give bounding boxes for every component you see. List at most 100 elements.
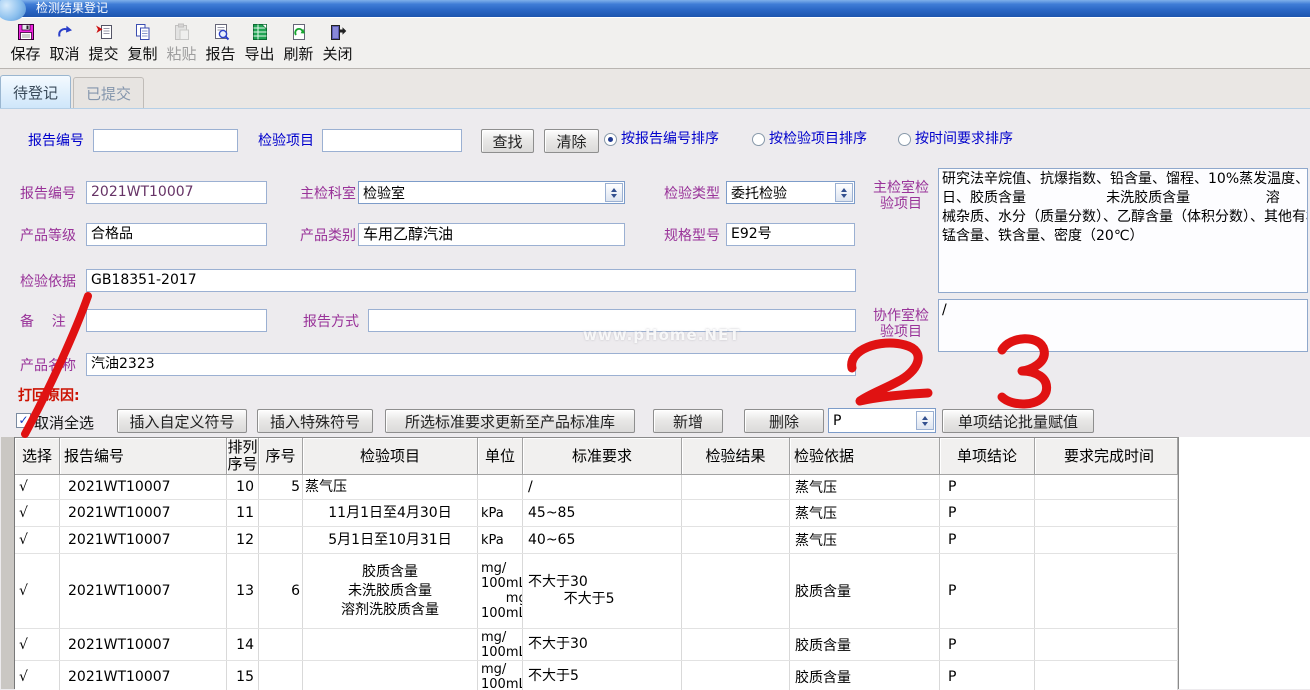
col-header-standard[interactable]: 标准要求: [523, 438, 682, 475]
tab-pending[interactable]: 待登记: [0, 75, 71, 108]
row-check-cell[interactable]: √: [15, 500, 60, 526]
submit-button[interactable]: 提交: [84, 19, 123, 67]
test-basis-field[interactable]: GB18351-2017: [86, 269, 856, 292]
col-header-deadline[interactable]: 要求完成时间: [1035, 438, 1178, 475]
radio-icon: [752, 133, 765, 146]
sort-by-report-no-radio[interactable]: 按报告编号排序: [604, 131, 719, 147]
row-check-cell[interactable]: √: [15, 629, 60, 660]
search-report-no-input[interactable]: [93, 129, 238, 152]
table-row[interactable]: √ 2021WT10007 13 6 胶质含量 未洗胶质含量 溶剂洗胶质含量 m…: [15, 554, 1178, 629]
conclusion-combo[interactable]: P: [828, 408, 936, 433]
product-category-field[interactable]: 车用乙醇汽油: [358, 223, 625, 246]
main-items-label: 主检室检 验项目: [868, 180, 934, 212]
main-dept-label: 主检科室: [300, 186, 356, 202]
close-button[interactable]: 关闭: [318, 19, 357, 67]
col-header-unit[interactable]: 单位: [478, 438, 523, 475]
product-category-label: 产品类别: [300, 228, 356, 244]
report-icon: [211, 22, 231, 46]
watermark: www.pHome.NET: [583, 326, 740, 344]
remark-field[interactable]: [86, 309, 267, 332]
report-button[interactable]: 报告: [201, 19, 240, 67]
row-check-cell[interactable]: √: [15, 475, 60, 499]
main-dept-combo[interactable]: 检验室: [358, 181, 625, 204]
search-item-label: 检验项目: [258, 133, 314, 149]
combo-spinner-icon[interactable]: [835, 183, 853, 202]
check-icon: ✓: [18, 415, 28, 426]
product-grade-field[interactable]: 合格品: [86, 223, 267, 246]
clear-button[interactable]: 清除: [544, 129, 599, 153]
table-row[interactable]: √ 2021WT10007 15 mg/ 100mL 不大于5 胶质含量 P: [15, 661, 1178, 690]
close-icon: [328, 22, 348, 46]
add-button[interactable]: 新增: [653, 409, 723, 433]
save-icon: [16, 22, 36, 46]
spec-model-field[interactable]: E92号: [726, 223, 855, 246]
combo-spinner-icon[interactable]: [605, 183, 623, 202]
table-row[interactable]: √ 2021WT10007 12 5月1日至10月31日 kPa 40~65 蒸…: [15, 527, 1178, 554]
coop-items-label: 协作室检 验项目: [868, 308, 934, 340]
export-button[interactable]: 导出: [240, 19, 279, 67]
paste-button: 粘贴: [162, 19, 201, 67]
tab-submitted[interactable]: 已提交: [73, 77, 144, 108]
product-grade-label: 产品等级: [20, 228, 76, 244]
col-header-item[interactable]: 检验项目: [303, 438, 478, 475]
radio-icon: [898, 133, 911, 146]
col-header-result[interactable]: 检验结果: [682, 438, 790, 475]
undo-icon: [55, 22, 75, 46]
tab-bar: 待登记 已提交: [0, 69, 1310, 109]
table-row[interactable]: √ 2021WT10007 10 5 蒸气压 / 蒸气压 P: [15, 475, 1178, 500]
title-bar: 检测结果登记: [0, 0, 1310, 17]
toolbar: 保存 取消 提交 复制 粘贴 报告 导出 刷新 关闭: [0, 17, 1310, 69]
copy-button[interactable]: 复制: [123, 19, 162, 67]
combo-spinner-icon[interactable]: [916, 411, 934, 430]
grid-right-blank-area: [1178, 437, 1310, 689]
product-name-label: 产品名称: [20, 358, 76, 374]
sort-by-time-radio[interactable]: 按时间要求排序: [898, 131, 1013, 147]
table-row[interactable]: √ 2021WT10007 14 mg/ 100mL 不大于30 胶质含量 P: [15, 629, 1178, 661]
col-header-order-no[interactable]: 排列 序号: [227, 438, 259, 475]
uncheck-all-checkbox[interactable]: ✓: [16, 413, 31, 428]
col-header-seq[interactable]: 序号: [259, 438, 303, 475]
col-header-basis[interactable]: 检验依据: [790, 438, 940, 475]
main-items-textarea[interactable]: 研究法辛烷值、抗爆指数、铅含量、馏程、10%蒸发温度、50%蒸 日、胶质含量 未…: [938, 168, 1308, 293]
export-icon: [250, 22, 270, 46]
radio-icon: [604, 133, 617, 146]
search-item-input[interactable]: [322, 129, 462, 152]
report-no-label: 报告编号: [20, 186, 76, 202]
product-name-field[interactable]: 汽油2323: [86, 353, 856, 376]
grid-header-row: 选择 报告编号 排列 序号 序号 检验项目 单位 标准要求 检验结果 检验依据 …: [15, 438, 1178, 475]
window-title: 检测结果登记: [36, 0, 108, 17]
annotation-digit-2: [852, 343, 928, 401]
save-button[interactable]: 保存: [6, 19, 45, 67]
col-header-select[interactable]: 选择: [15, 438, 60, 475]
batch-assign-button[interactable]: 单项结论批量赋值: [942, 409, 1094, 433]
refresh-button[interactable]: 刷新: [279, 19, 318, 67]
col-header-conclusion[interactable]: 单项结论: [940, 438, 1035, 475]
coop-items-textarea[interactable]: /: [938, 299, 1308, 352]
update-standard-button[interactable]: 所选标准要求更新至产品标准库: [385, 409, 635, 433]
find-button[interactable]: 查找: [481, 129, 534, 153]
paste-icon: [172, 22, 192, 46]
insert-special-symbol-button[interactable]: 插入特殊符号: [257, 409, 373, 433]
spec-model-label: 规格型号: [664, 228, 720, 244]
row-check-cell[interactable]: √: [15, 661, 60, 690]
report-method-label: 报告方式: [303, 314, 359, 330]
search-report-no-label: 报告编号: [28, 133, 84, 149]
insert-custom-symbol-button[interactable]: 插入自定义符号: [117, 409, 247, 433]
grid-row-selector-strip: [1, 437, 15, 689]
sort-by-item-radio[interactable]: 按检验项目排序: [752, 131, 867, 147]
copy-icon: [133, 22, 153, 46]
test-type-combo[interactable]: 委托检验: [726, 181, 855, 204]
refresh-icon: [289, 22, 309, 46]
row-check-cell[interactable]: √: [15, 554, 60, 628]
return-reason-label: 打回原因:: [18, 385, 80, 405]
undo-button[interactable]: 取消: [45, 19, 84, 67]
submit-icon: [94, 22, 114, 46]
col-header-report-no[interactable]: 报告编号: [60, 438, 227, 475]
delete-button[interactable]: 删除: [744, 409, 824, 433]
report-no-field[interactable]: 2021WT10007: [86, 181, 267, 204]
remark-label: 备 注: [20, 314, 66, 330]
row-check-cell[interactable]: √: [15, 527, 60, 553]
table-row[interactable]: √ 2021WT10007 11 11月1日至4月30日 kPa 45~85 蒸…: [15, 500, 1178, 527]
uncheck-all-label: 取消全选: [34, 412, 94, 433]
results-grid: 选择 报告编号 排列 序号 序号 检验项目 单位 标准要求 检验结果 检验依据 …: [15, 437, 1178, 690]
